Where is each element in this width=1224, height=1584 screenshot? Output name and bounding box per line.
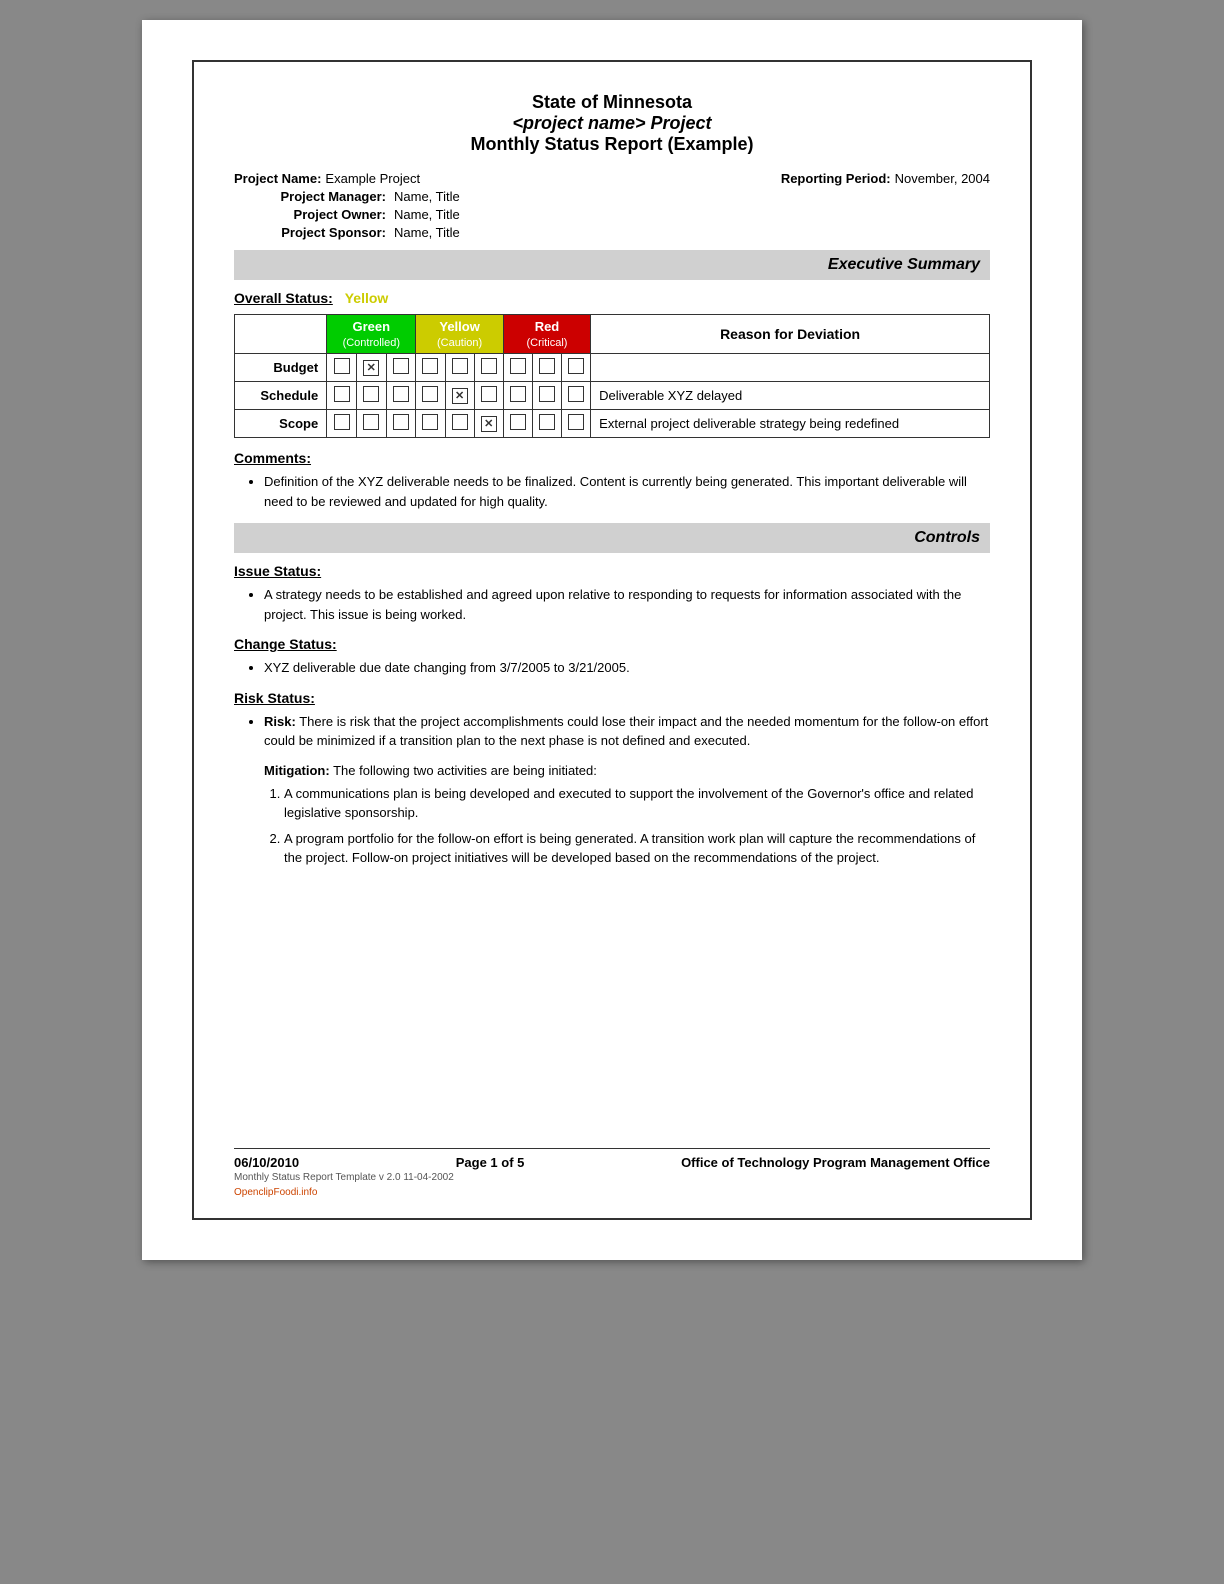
checkbox-cell	[416, 382, 445, 410]
row-label: Budget	[235, 354, 327, 382]
footer-office: Office of Technology Program Management …	[681, 1155, 990, 1170]
mitigation-intro: Mitigation: The following two activities…	[264, 763, 990, 778]
checkbox-cell	[532, 410, 561, 438]
manager-value: Name, Title	[394, 189, 460, 204]
checkbox-cell	[356, 410, 386, 438]
manager-label: Project Manager:	[234, 189, 394, 204]
reason-cell	[591, 354, 990, 382]
yellow-header: Yellow (Caution)	[416, 315, 503, 354]
footer-date: 06/10/2010	[234, 1155, 299, 1170]
checkbox-cell	[356, 354, 386, 382]
checkbox-cell	[386, 382, 416, 410]
project-name-label: Project Name:	[234, 171, 321, 186]
owner-value: Name, Title	[394, 207, 460, 222]
checkbox-cell	[503, 354, 532, 382]
row-label: Schedule	[235, 382, 327, 410]
row-label: Scope	[235, 410, 327, 438]
header-line1: State of Minnesota	[234, 92, 990, 113]
list-item: XYZ deliverable due date changing from 3…	[264, 658, 990, 678]
risk-status-section: Risk Status: Risk: There is risk that th…	[234, 690, 990, 868]
risk-item: Risk: There is risk that the project acc…	[264, 712, 990, 751]
project-owner-row: Project Owner: Name, Title	[234, 207, 990, 222]
sponsor-label: Project Sponsor:	[234, 225, 394, 240]
reason-cell: Deliverable XYZ delayed	[591, 382, 990, 410]
risk-label: Risk:	[264, 714, 296, 729]
empty-header	[235, 315, 327, 354]
list-item: A program portfolio for the follow-on ef…	[284, 829, 990, 868]
owner-label: Project Owner:	[234, 207, 394, 222]
checkbox-cell	[503, 382, 532, 410]
issue-status-section: Issue Status: A strategy needs to be est…	[234, 563, 990, 624]
list-item: A strategy needs to be established and a…	[264, 585, 990, 624]
checkbox-cell	[445, 410, 474, 438]
issue-status-list: A strategy needs to be established and a…	[264, 585, 990, 624]
page: State of Minnesota <project name> Projec…	[142, 20, 1082, 1260]
red-header: Red (Critical)	[503, 315, 590, 354]
comments-list: Definition of the XYZ deliverable needs …	[264, 472, 990, 511]
header-line2: <project name> Project	[234, 113, 990, 134]
checkbox-cell	[562, 410, 591, 438]
risk-text: There is risk that the project accomplis…	[264, 714, 988, 749]
comments-section: Comments: Definition of the XYZ delivera…	[234, 450, 990, 511]
risk-status-title: Risk Status:	[234, 690, 990, 706]
checkbox-cell	[327, 354, 357, 382]
checkbox-cell	[416, 410, 445, 438]
executive-summary-bar: Executive Summary	[234, 250, 990, 280]
checkbox-cell	[562, 354, 591, 382]
project-sponsor-row: Project Sponsor: Name, Title	[234, 225, 990, 240]
watermark: OpenclipFoodi.info	[234, 1187, 990, 1198]
checkbox-cell	[445, 354, 474, 382]
checkbox-cell	[386, 354, 416, 382]
checkbox-cell	[474, 382, 503, 410]
report-header: State of Minnesota <project name> Projec…	[234, 92, 990, 155]
reason-cell: External project deliverable strategy be…	[591, 410, 990, 438]
checkbox-cell	[532, 354, 561, 382]
checkbox-cell	[416, 354, 445, 382]
sponsor-value: Name, Title	[394, 225, 460, 240]
mitigation-label: Mitigation:	[264, 763, 330, 778]
overall-status: Overall Status: Yellow	[234, 290, 990, 306]
checkbox-cell	[562, 382, 591, 410]
change-status-list: XYZ deliverable due date changing from 3…	[264, 658, 990, 678]
list-item: A communications plan is being developed…	[284, 784, 990, 823]
project-name-value: Example Project	[325, 171, 420, 186]
controls-bar: Controls	[234, 523, 990, 553]
checkbox-cell	[327, 382, 357, 410]
reporting-period-label: Reporting Period:	[781, 171, 891, 186]
executive-summary-label: Executive Summary	[828, 256, 980, 273]
checkbox-cell	[356, 382, 386, 410]
change-status-section: Change Status: XYZ deliverable due date …	[234, 636, 990, 678]
status-table: Green (Controlled) Yellow (Caution) Red …	[234, 314, 990, 438]
reason-header: Reason for Deviation	[591, 315, 990, 354]
page-border: State of Minnesota <project name> Projec…	[192, 60, 1032, 1220]
mitigation-intro-text: The following two activities are being i…	[333, 763, 597, 778]
checkbox-cell	[474, 410, 503, 438]
footer-sub: Monthly Status Report Template v 2.0 11-…	[234, 1172, 990, 1183]
change-status-title: Change Status:	[234, 636, 990, 652]
project-manager-row: Project Manager: Name, Title	[234, 189, 990, 204]
project-info: Project Name: Example Project Reporting …	[234, 171, 990, 240]
list-item: Definition of the XYZ deliverable needs …	[264, 472, 990, 511]
issue-status-title: Issue Status:	[234, 563, 990, 579]
checkbox-cell	[386, 410, 416, 438]
footer-page: Page 1 of 5	[456, 1155, 525, 1170]
checkbox-cell	[327, 410, 357, 438]
footer-main: 06/10/2010 Page 1 of 5 Office of Technol…	[234, 1155, 990, 1170]
reporting-period-value: November, 2004	[895, 171, 990, 186]
checkbox-cell	[445, 382, 474, 410]
project-name-row: Project Name: Example Project Reporting …	[234, 171, 990, 186]
controls-label: Controls	[914, 529, 980, 546]
overall-status-label: Overall Status:	[234, 290, 333, 306]
comments-title: Comments:	[234, 450, 990, 466]
checkbox-cell	[532, 382, 561, 410]
overall-status-value: Yellow	[345, 290, 389, 306]
risk-bullet-list: Risk: There is risk that the project acc…	[264, 712, 990, 751]
checkbox-cell	[503, 410, 532, 438]
mitigation-list: A communications plan is being developed…	[284, 784, 990, 868]
checkbox-cell	[474, 354, 503, 382]
page-footer: 06/10/2010 Page 1 of 5 Office of Technol…	[234, 1148, 990, 1198]
footer-template: Monthly Status Report Template v 2.0 11-…	[234, 1172, 454, 1183]
header-line3: Monthly Status Report (Example)	[234, 134, 990, 155]
green-header: Green (Controlled)	[327, 315, 416, 354]
